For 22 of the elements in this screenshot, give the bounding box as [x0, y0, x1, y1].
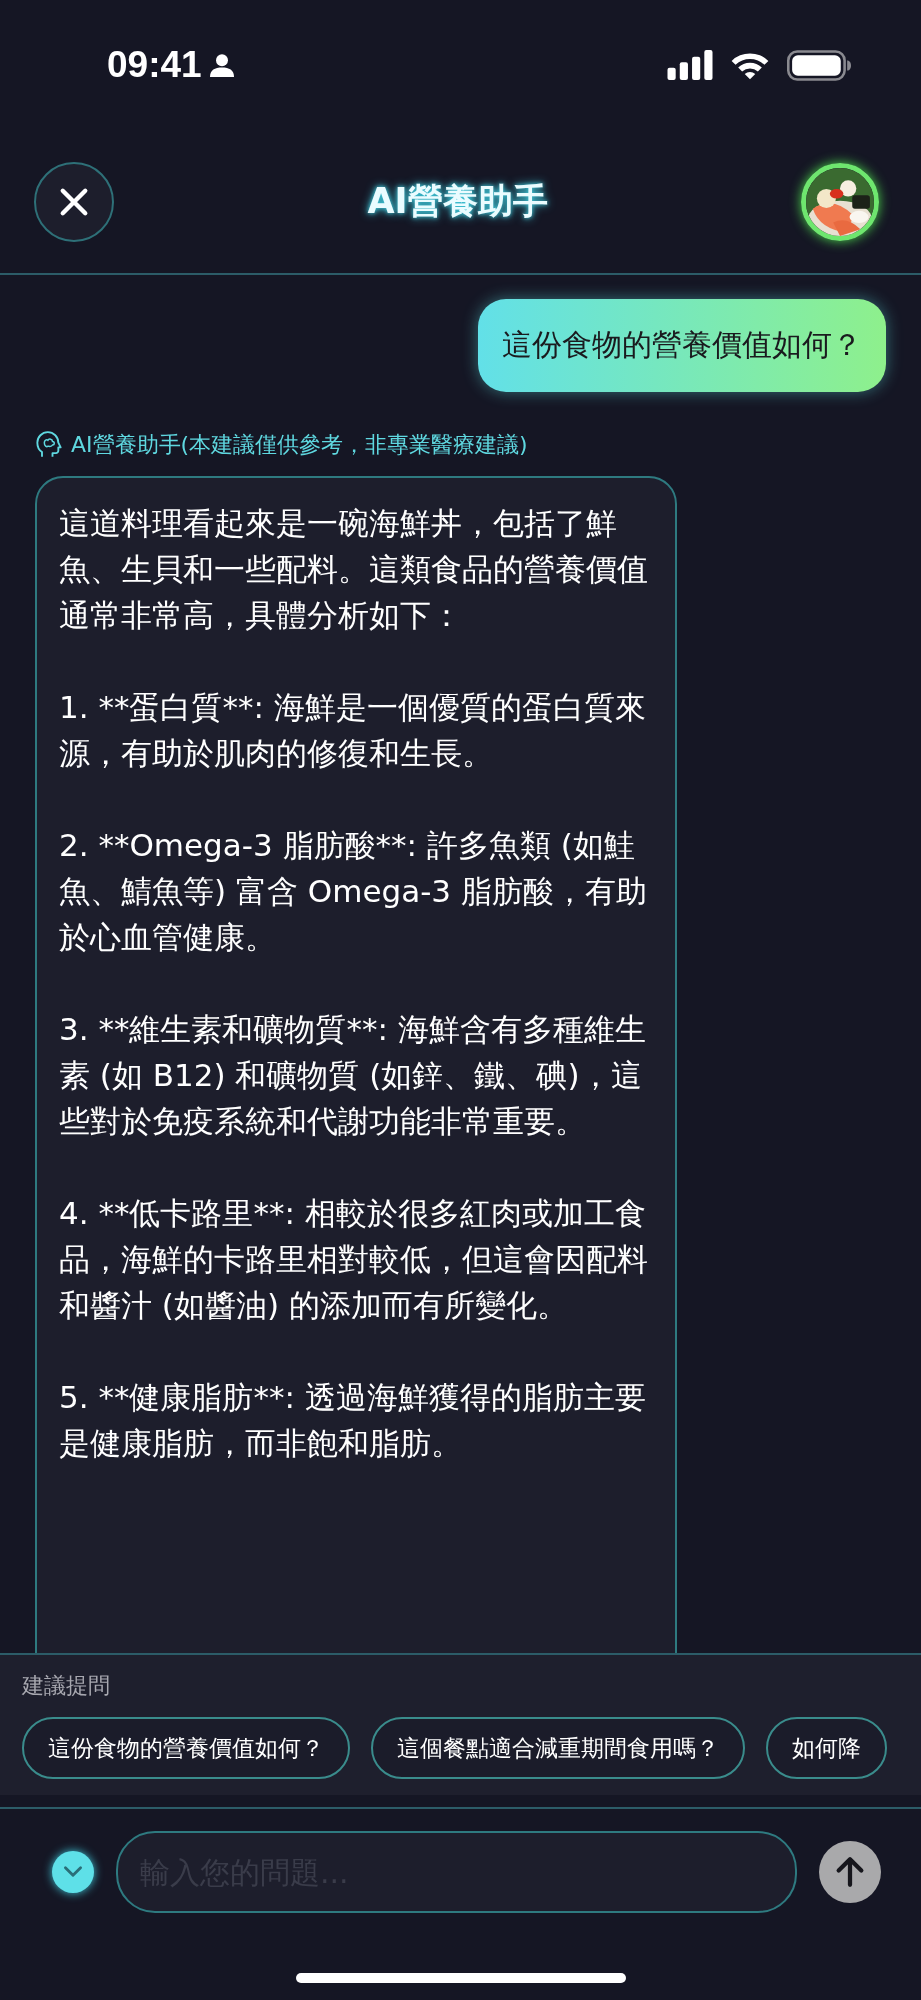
user-message: 這份食物的營養價值如何？ [478, 299, 886, 392]
signal-icon [667, 50, 713, 80]
food-thumbnail[interactable] [801, 162, 879, 241]
assistant-label: AI營養助手(本建議僅供參考，非專業醫療建議) [71, 431, 528, 459]
message-paragraph: 5. **健康脂肪**: 透過海鮮獲得的脂肪主要是健康脂肪，而非飽和脂肪。 [59, 1378, 647, 1463]
status-time: 09:41 [107, 44, 202, 86]
suggestion-chip[interactable]: 這個餐點適合減重期間食用嗎？ [371, 1717, 745, 1779]
close-icon [59, 186, 89, 217]
suggestion-chip[interactable]: 如何降 [766, 1717, 887, 1779]
head-brain-icon [35, 431, 63, 459]
screen-title: AI營養助手 [367, 180, 548, 223]
message-paragraph: 2. **Omega-3 脂肪酸**: 許多魚類 (如鮭魚、鯖魚等) 富含 Omega-3 脂肪酸，有助於心血管健康。 [59, 826, 648, 957]
message-paragraph: 這道料理看起來是一碗海鮮丼，包括了鮮魚、生貝和一些配料。這類食品的營養價值通常非常高，具體分析如下： [59, 504, 649, 635]
suggestions-heading: 建議提問 [22, 1672, 111, 1700]
person-icon [209, 53, 234, 77]
message-paragraph: 1. **蛋白質**: 海鮮是一個優質的蛋白質來源，有助於肌肉的修復和生長。 [59, 688, 647, 773]
battery-icon [787, 49, 851, 81]
message-paragraph: 4. **低卡路里**: 相較於很多紅肉或加工食品，海鮮的卡路里相對較低，但這會因配料和醬汁 (如醬油) 的添加而有所變化。 [59, 1194, 649, 1325]
arrow-up-icon [833, 1855, 867, 1889]
collapse-button[interactable] [52, 1851, 94, 1893]
suggestion-chip[interactable]: 這份食物的營養價值如何？ [22, 1717, 350, 1779]
message-paragraph: 3. **維生素和礦物質**: 海鮮含有多種維生素 (如 B12) 和礦物質 (如鋅、鐵、碘)，這些對於免疫系統和代謝功能非常重要。 [59, 1010, 647, 1141]
